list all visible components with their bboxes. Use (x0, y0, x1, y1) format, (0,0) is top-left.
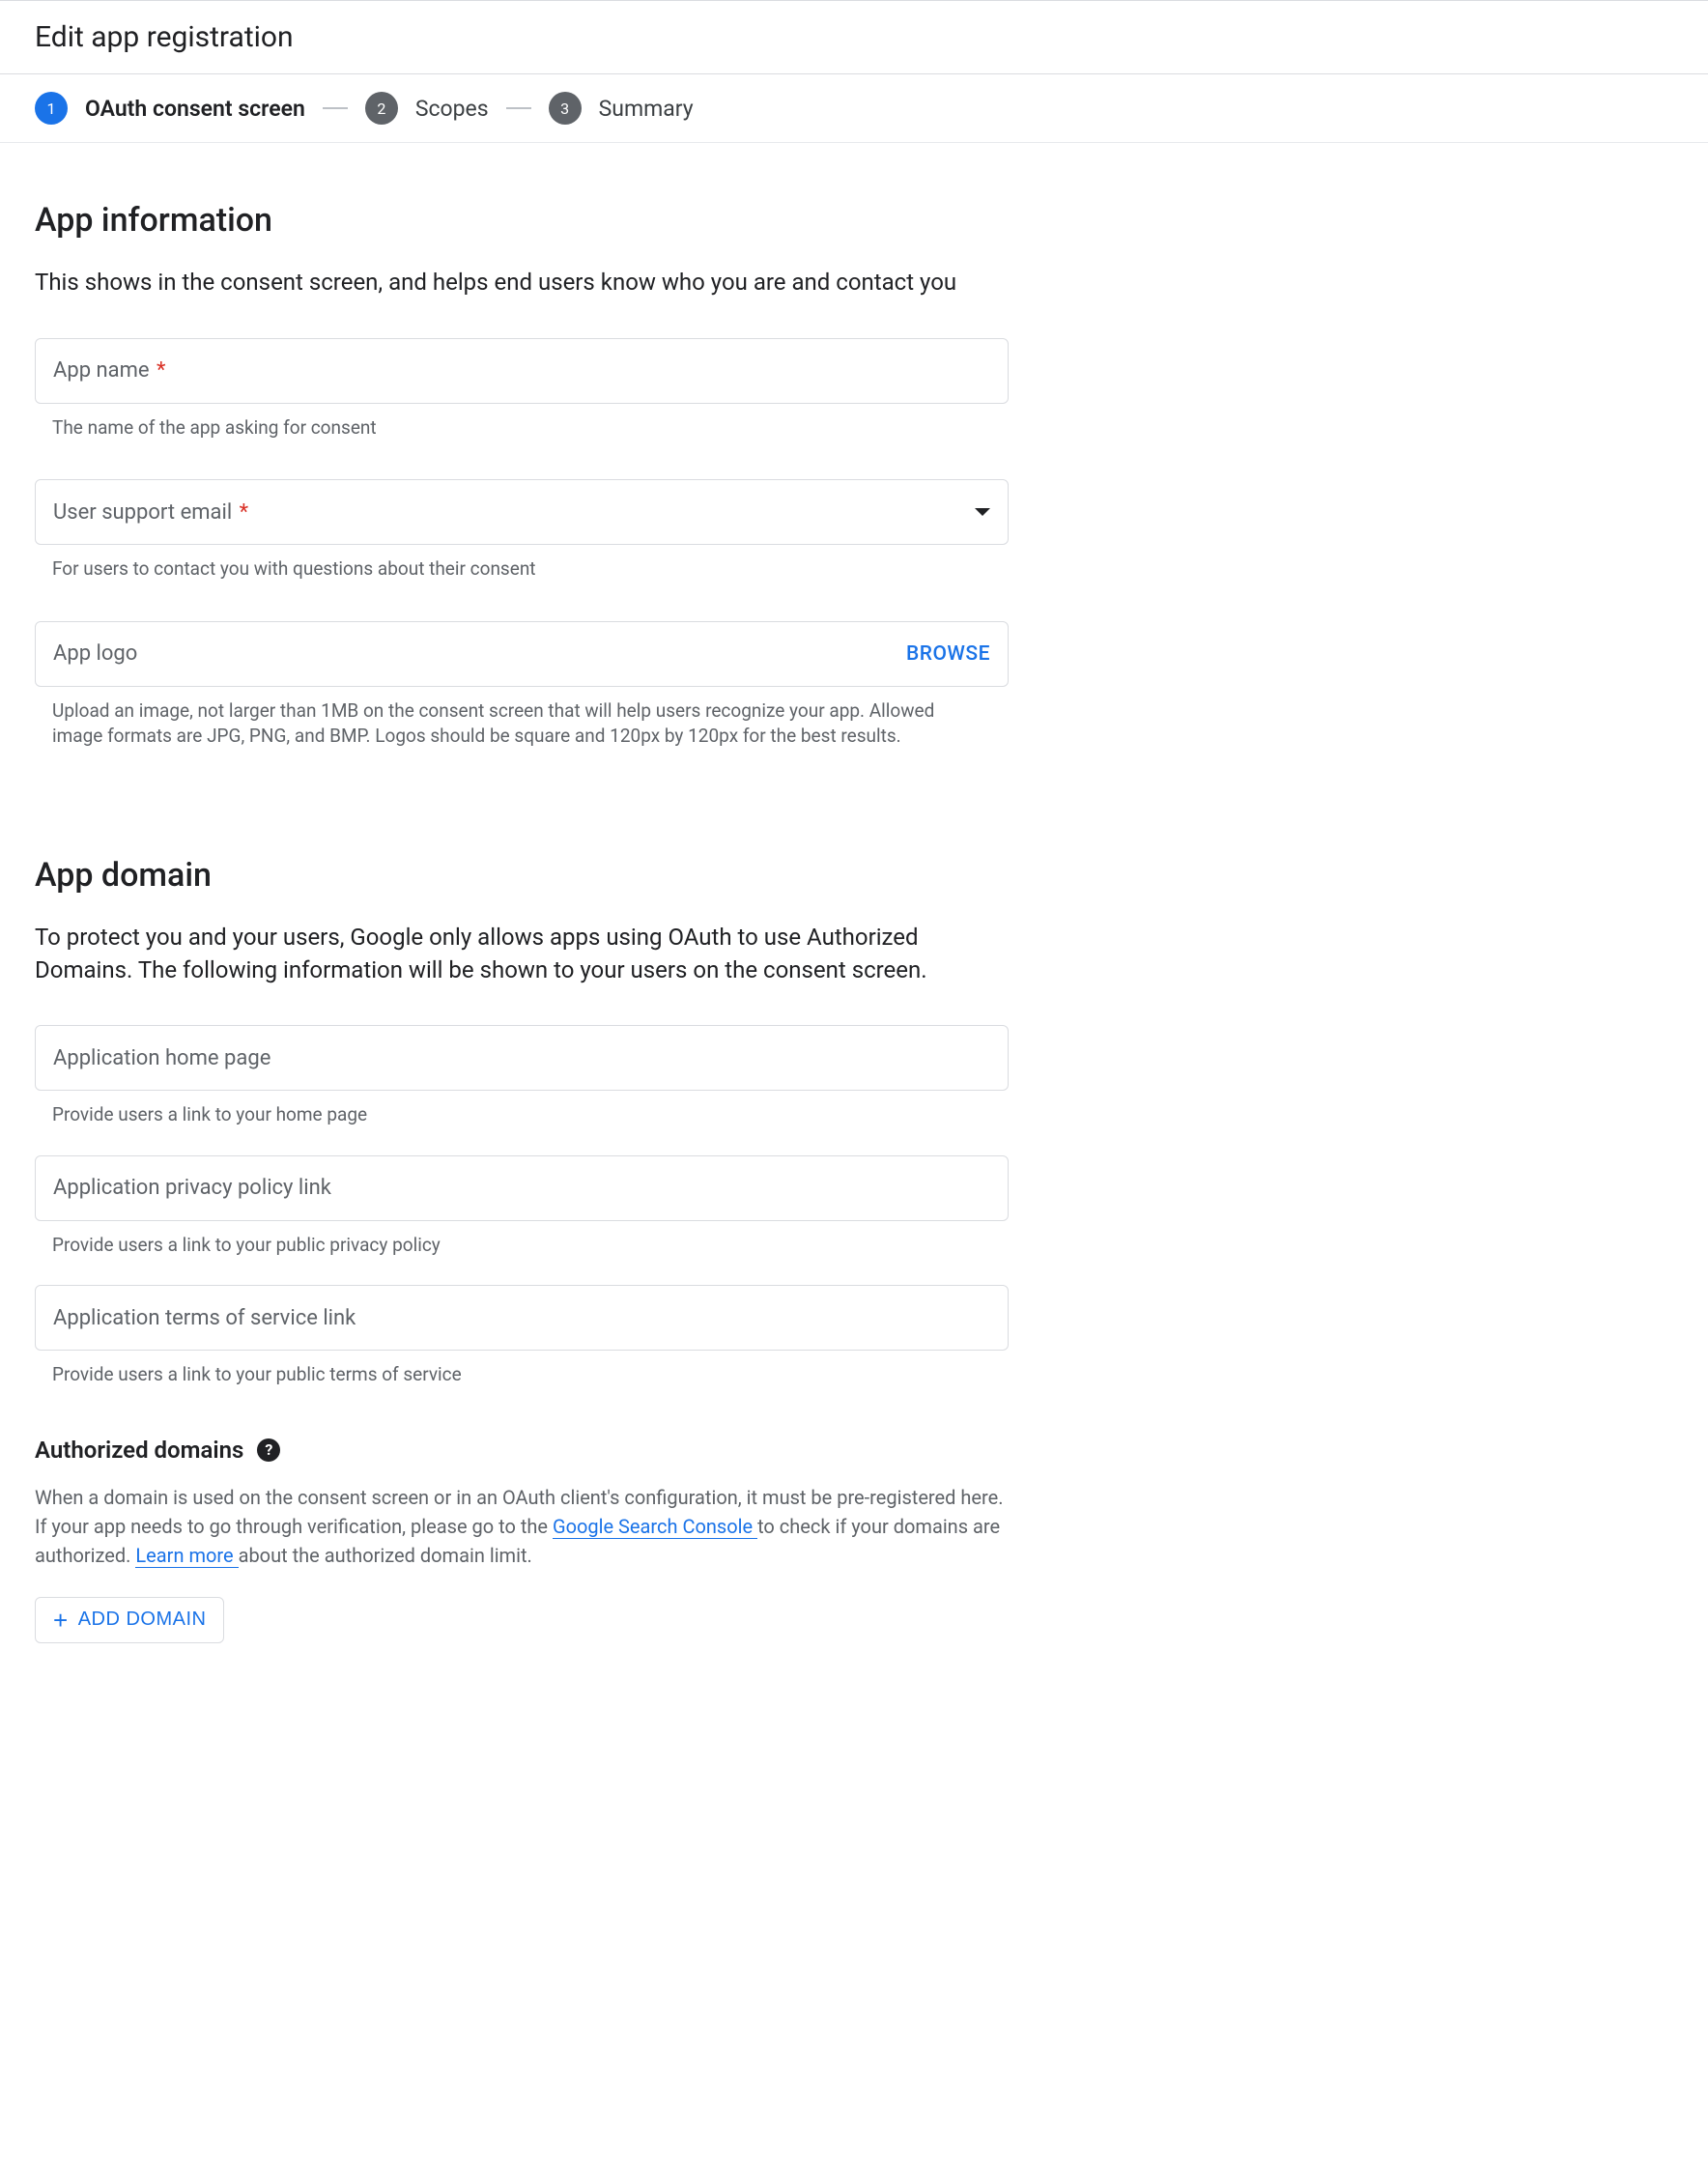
step-divider (506, 107, 531, 109)
step-number-1: 1 (35, 92, 68, 125)
user-support-email-field[interactable]: User support email * (35, 479, 1009, 545)
app-logo-label: App logo (53, 641, 137, 666)
application-home-page-field[interactable]: Application home page (35, 1025, 1009, 1091)
app-domain-heading: App domain (35, 856, 1009, 895)
google-search-console-link[interactable]: Google Search Console (553, 1515, 757, 1539)
app-name-label: App name * (53, 358, 166, 383)
app-information-desc: This shows in the consent screen, and he… (35, 267, 1001, 299)
step-label-2: Scopes (415, 96, 489, 122)
stepper: 1 OAuth consent screen 2 Scopes 3 Summar… (0, 74, 1708, 143)
app-domain-desc: To protect you and your users, Google on… (35, 922, 1001, 986)
browse-button[interactable]: BROWSE (906, 642, 990, 666)
user-support-email-label: User support email * (53, 500, 248, 525)
privacy-policy-link-label: Application privacy policy link (53, 1176, 331, 1200)
terms-of-service-link-field[interactable]: Application terms of service link (35, 1285, 1009, 1351)
help-icon[interactable]: ? (257, 1438, 280, 1462)
step-scopes[interactable]: 2 Scopes (365, 92, 489, 125)
application-home-page-label: Application home page (53, 1046, 270, 1070)
authorized-domains-desc: When a domain is used on the consent scr… (35, 1483, 1009, 1570)
step-summary[interactable]: 3 Summary (549, 92, 694, 125)
main-content: App information This shows in the consen… (0, 143, 1043, 1682)
app-information-heading: App information (35, 201, 1009, 240)
privacy-policy-link-field[interactable]: Application privacy policy link (35, 1155, 1009, 1221)
plus-icon: + (53, 1608, 69, 1633)
authorized-domains-heading: Authorized domains (35, 1437, 243, 1464)
add-domain-button[interactable]: + ADD DOMAIN (35, 1597, 224, 1643)
terms-of-service-link-helper: Provide users a link to your public term… (35, 1362, 962, 1388)
step-number-3: 3 (549, 92, 582, 125)
step-oauth-consent[interactable]: 1 OAuth consent screen (35, 92, 305, 125)
learn-more-link[interactable]: Learn more (135, 1544, 238, 1568)
privacy-policy-link-helper: Provide users a link to your public priv… (35, 1233, 962, 1259)
chevron-down-icon (975, 508, 990, 516)
app-name-field[interactable]: App name * (35, 338, 1009, 404)
step-number-2: 2 (365, 92, 398, 125)
app-logo-field[interactable]: App logo BROWSE (35, 621, 1009, 687)
step-label-1: OAuth consent screen (85, 96, 305, 122)
app-name-helper: The name of the app asking for consent (35, 415, 962, 441)
app-logo-helper: Upload an image, not larger than 1MB on … (35, 698, 962, 750)
user-support-email-helper: For users to contact you with questions … (35, 556, 962, 583)
page-title: Edit app registration (0, 0, 1708, 74)
terms-of-service-link-label: Application terms of service link (53, 1306, 356, 1330)
add-domain-label: ADD DOMAIN (78, 1609, 207, 1631)
step-divider (323, 107, 348, 109)
step-label-3: Summary (599, 96, 694, 122)
application-home-page-helper: Provide users a link to your home page (35, 1102, 962, 1128)
